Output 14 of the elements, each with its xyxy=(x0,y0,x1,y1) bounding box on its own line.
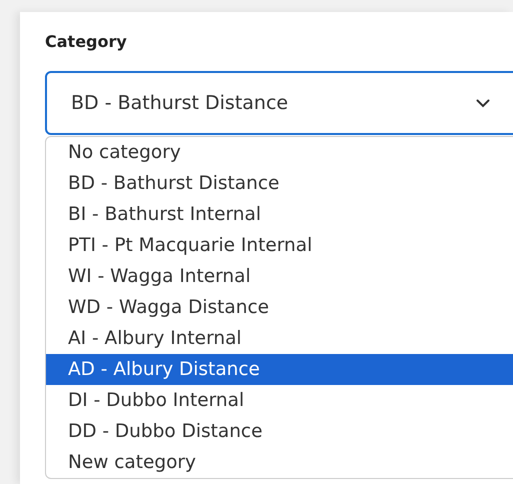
dropdown-option[interactable]: DI - Dubbo Internal xyxy=(46,385,513,416)
category-select[interactable]: BD - Bathurst Distance xyxy=(45,71,513,135)
dropdown-option[interactable]: WD - Wagga Distance xyxy=(46,292,513,323)
dropdown-option[interactable]: New category xyxy=(46,447,513,478)
dropdown-option[interactable]: DD - Dubbo Distance xyxy=(46,416,513,447)
dropdown-option[interactable]: AD - Albury Distance xyxy=(46,354,513,385)
dropdown-option[interactable]: BI - Bathurst Internal xyxy=(46,199,513,230)
dropdown-option[interactable]: PTI - Pt Macquarie Internal xyxy=(46,230,513,261)
dropdown-option[interactable]: WI - Wagga Internal xyxy=(46,261,513,292)
dropdown-option[interactable]: No category xyxy=(46,137,513,168)
dropdown-option[interactable]: BD - Bathurst Distance xyxy=(46,168,513,199)
chevron-down-icon xyxy=(476,98,490,108)
dropdown-option[interactable]: AI - Albury Internal xyxy=(46,323,513,354)
field-label: Category xyxy=(45,31,128,53)
